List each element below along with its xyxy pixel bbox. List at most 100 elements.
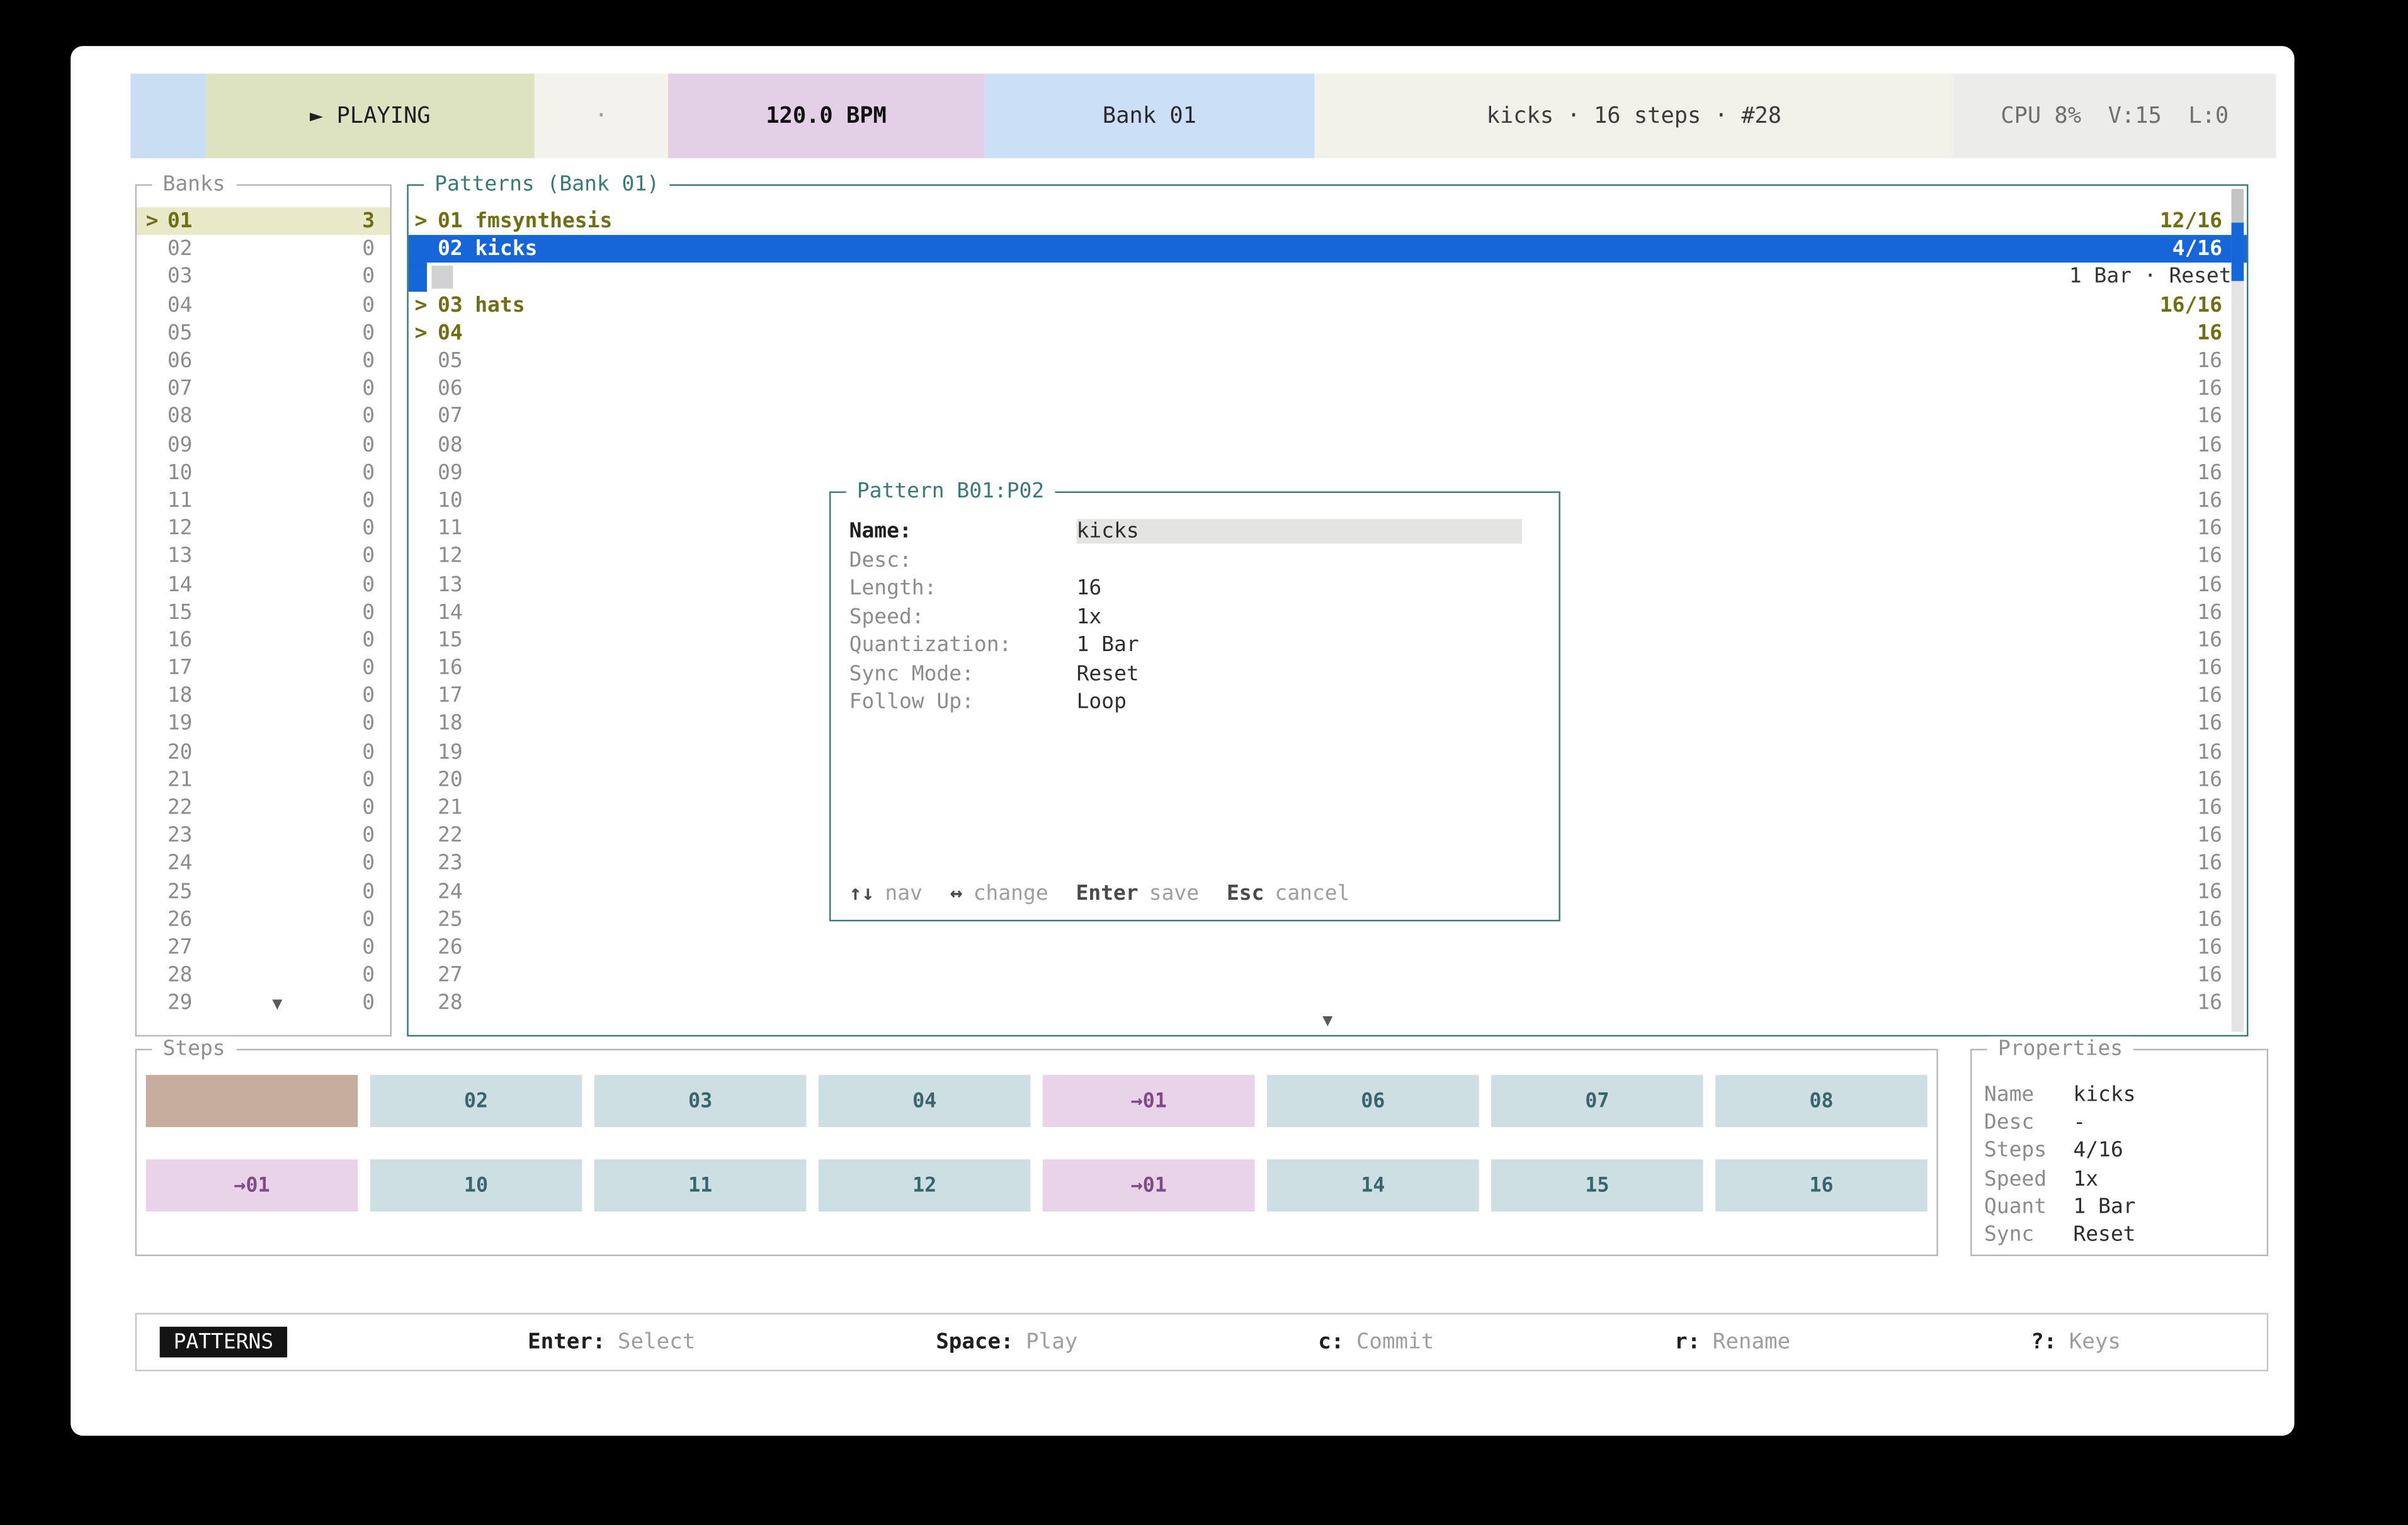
- bank-pattern-count: 0: [362, 265, 375, 290]
- footer-hint: c:Commit: [1318, 1330, 1434, 1354]
- bank-row[interactable]: 29▼0: [137, 989, 390, 1017]
- pattern-row[interactable]: 0516: [409, 347, 2247, 375]
- bank-row[interactable]: 210: [137, 766, 390, 793]
- pattern-row[interactable]: 0916: [409, 458, 2247, 486]
- scrollbar-thumb[interactable]: [2232, 223, 2244, 281]
- bank-row[interactable]: 170: [137, 654, 390, 682]
- bank-pattern-count: 0: [362, 656, 375, 681]
- bank-chevron-icon: [146, 544, 168, 569]
- bank-id: 25: [168, 879, 193, 904]
- bank-row[interactable]: 260: [137, 905, 390, 933]
- bank-row[interactable]: 270: [137, 933, 390, 961]
- bank-row[interactable]: 280: [137, 961, 390, 989]
- bank-row[interactable]: 200: [137, 738, 390, 766]
- modal-field[interactable]: Sync Mode:Reset: [849, 659, 1522, 688]
- pattern-row[interactable]: >0416: [409, 319, 2247, 347]
- step-cell[interactable]: →01: [146, 1159, 358, 1211]
- bank-row[interactable]: 130: [137, 543, 390, 570]
- pattern-steps-count: 16: [2197, 740, 2222, 764]
- step-cell[interactable]: 02: [370, 1075, 582, 1127]
- modal-field[interactable]: Speed:1x: [849, 603, 1522, 631]
- step-cell[interactable]: 10: [370, 1159, 582, 1211]
- step-cell[interactable]: 04: [819, 1075, 1031, 1127]
- step-cell[interactable]: 03: [594, 1075, 807, 1127]
- step-cell[interactable]: →01: [1043, 1159, 1255, 1211]
- step-cell[interactable]: [146, 1075, 358, 1127]
- bank-row[interactable]: 120: [137, 514, 390, 542]
- bank-row[interactable]: 100: [137, 458, 390, 486]
- bank-chevron-icon: [146, 488, 168, 513]
- step-cell[interactable]: 11: [594, 1159, 807, 1211]
- modal-field[interactable]: Desc:: [849, 546, 1522, 574]
- pattern-steps-count: 16: [2197, 628, 2222, 652]
- bank-chevron-icon: [146, 795, 168, 820]
- pattern-chevron-icon: [414, 433, 438, 457]
- bank-row[interactable]: 020: [137, 235, 390, 263]
- track-info-value: kicks · 16 steps · #28: [1487, 104, 1781, 128]
- modal-field[interactable]: Length:16: [849, 574, 1522, 603]
- bank-row[interactable]: 110: [137, 487, 390, 514]
- bank-row[interactable]: 030: [137, 263, 390, 291]
- pattern-chevron-icon: [414, 740, 438, 764]
- bank-row[interactable]: >013: [137, 207, 390, 235]
- bank-row[interactable]: 140: [137, 570, 390, 598]
- step-cell[interactable]: 07: [1491, 1075, 1703, 1127]
- property-row: Desc-: [1984, 1109, 2261, 1137]
- step-cell[interactable]: 12: [819, 1159, 1031, 1211]
- pattern-id: 07: [438, 404, 463, 429]
- pattern-steps-count: 16: [2197, 851, 2222, 876]
- pattern-row[interactable]: 02kicks4/16: [409, 235, 2247, 263]
- pattern-row[interactable]: 0716: [409, 403, 2247, 431]
- bank-row[interactable]: 160: [137, 626, 390, 654]
- pattern-id: 20: [438, 768, 463, 792]
- bank-row[interactable]: 060: [137, 347, 390, 375]
- bank-row[interactable]: 250: [137, 878, 390, 905]
- pattern-steps-count: 16: [2197, 656, 2222, 681]
- field-label: Quantization:: [849, 633, 1077, 657]
- patterns-scrollbar[interactable]: [2232, 189, 2244, 1032]
- pattern-chevron-icon: [414, 349, 438, 373]
- bank-row[interactable]: 150: [137, 598, 390, 626]
- step-cell[interactable]: 08: [1715, 1075, 1928, 1127]
- bank-row[interactable]: 190: [137, 710, 390, 738]
- modal-field[interactable]: Follow Up:Loop: [849, 688, 1522, 717]
- pattern-id: 02: [438, 237, 463, 261]
- pattern-id: 01: [438, 209, 463, 234]
- step-cell[interactable]: 16: [1715, 1159, 1928, 1211]
- bank-chevron-icon: [146, 991, 168, 1016]
- pattern-chevron-icon: [414, 907, 438, 932]
- bank-row[interactable]: 040: [137, 291, 390, 319]
- bank-row[interactable]: 240: [137, 849, 390, 877]
- pattern-chevron-icon: [414, 404, 438, 429]
- step-cell[interactable]: →01: [1043, 1075, 1255, 1127]
- bank-row[interactable]: 220: [137, 794, 390, 822]
- pattern-row[interactable]: 2616: [409, 933, 2247, 961]
- pattern-row[interactable]: >01fmsynthesis12/16: [409, 207, 2247, 235]
- banks-title: Banks: [152, 172, 236, 196]
- pattern-row[interactable]: 0616: [409, 375, 2247, 402]
- field-label: Follow Up:: [849, 690, 1077, 715]
- modal-field[interactable]: Name:kicks: [849, 518, 1522, 546]
- patterns-title: Patterns (Bank 01): [424, 172, 670, 196]
- bank-id: 01: [168, 209, 193, 234]
- bank-chevron-icon: [146, 237, 168, 261]
- pattern-row[interactable]: 0816: [409, 431, 2247, 458]
- step-cell[interactable]: 14: [1267, 1159, 1479, 1211]
- bank-row[interactable]: 050: [137, 319, 390, 347]
- step-cell[interactable]: 06: [1267, 1075, 1479, 1127]
- property-row: Namekicks: [1984, 1081, 2261, 1109]
- bank-row[interactable]: 180: [137, 682, 390, 710]
- pattern-row[interactable]: >03hats16/16: [409, 291, 2247, 319]
- bank-row[interactable]: 230: [137, 822, 390, 849]
- field-value: 16: [1077, 576, 1522, 601]
- field-value[interactable]: kicks: [1077, 519, 1522, 544]
- modal-field[interactable]: Quantization:1 Bar: [849, 631, 1522, 659]
- hint-key: Enter: [1076, 882, 1139, 906]
- bank-pattern-count: 0: [362, 768, 375, 792]
- banks-panel: Banks >013 020 030 040 050 060 070 080 0…: [135, 184, 392, 1037]
- pattern-row[interactable]: 2716: [409, 961, 2247, 989]
- step-cell[interactable]: 15: [1491, 1159, 1703, 1211]
- bank-row[interactable]: 070: [137, 375, 390, 402]
- bank-row[interactable]: 080: [137, 403, 390, 431]
- bank-row[interactable]: 090: [137, 431, 390, 458]
